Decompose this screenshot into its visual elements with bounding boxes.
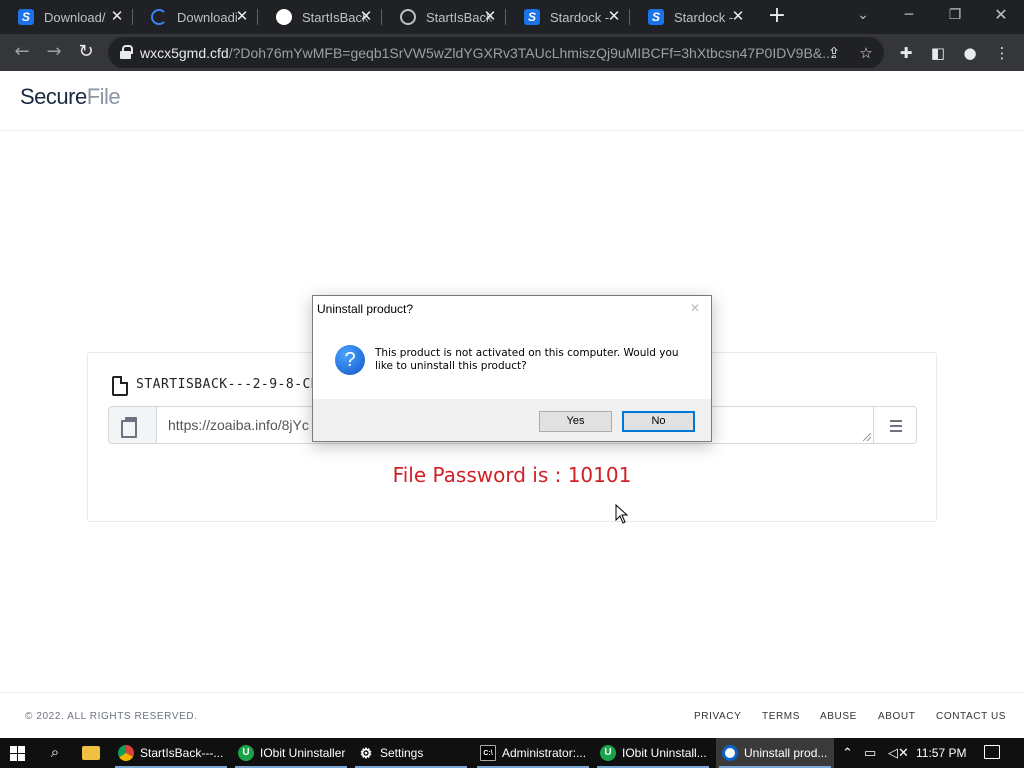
dialog-close-icon[interactable]: ✕ [687, 300, 703, 316]
footer-link-abuse[interactable]: ABUSE [820, 711, 857, 722]
globe-icon [400, 9, 416, 25]
copyright-text: © 2022. ALL RIGHTS RESERVED. [25, 711, 198, 722]
logo-file-text: File [86, 84, 121, 109]
hamburger-icon-line [890, 425, 902, 427]
footer-link-about[interactable]: ABOUT [878, 711, 915, 722]
extensions-puzzle-icon[interactable]: ✚ [896, 43, 916, 63]
side-panel-icon[interactable]: ◧ [928, 43, 948, 63]
tab-search-icon[interactable]: ⌄ [840, 0, 886, 32]
copy-icon [121, 417, 137, 438]
hamburger-icon [890, 420, 902, 422]
site-footer: © 2022. ALL RIGHTS RESERVED. PRIVACY TER… [0, 692, 1024, 738]
taskbar-item-label: IObit Uninstaller [260, 746, 346, 760]
taskbar-item-label: IObit Uninstall... [622, 746, 707, 760]
stardock-icon: S [18, 9, 34, 25]
copy-link-button[interactable] [108, 406, 157, 444]
show-hidden-icons-chevron-icon[interactable]: ⌃ [842, 745, 853, 761]
network-icon[interactable]: ▭ [864, 745, 876, 761]
minimize-icon[interactable]: ─ [886, 0, 932, 32]
file-icon [112, 376, 128, 396]
search-icon[interactable]: ⌕ [46, 744, 64, 762]
reload-icon[interactable]: ↻ [73, 40, 99, 66]
loading-spinner-icon [151, 9, 167, 25]
file-name: STARTISBACK---2-9-8-CR [136, 377, 320, 392]
taskbar-item-chrome[interactable]: StartIsBack---... [112, 738, 230, 768]
iobit-icon: U [600, 745, 616, 761]
stardock-icon: S [648, 9, 664, 25]
browser-tab[interactable]: S Stardock - ✕ [506, 0, 630, 34]
logo-secure-text: Secure [20, 84, 87, 109]
close-tab-icon[interactable]: ✕ [234, 9, 250, 25]
iobit-icon: U [238, 745, 254, 761]
site-header: SecureFile [0, 71, 1024, 131]
dialog-title: Uninstall product? [317, 302, 414, 316]
file-explorer-icon[interactable] [82, 746, 100, 760]
file-password-text: File Password is : 10101 [392, 463, 632, 487]
taskbar-item-label: Administrator:... [502, 746, 587, 760]
volume-muted-icon[interactable]: ◁✕ [888, 745, 909, 761]
taskbar-item-uninstall-dialog[interactable]: Uninstall prod... [716, 738, 834, 768]
cmd-icon: C:\ [480, 745, 496, 761]
uninstaller-icon [722, 745, 738, 761]
more-menu-icon[interactable]: ⋮ [992, 43, 1012, 63]
address-host: wxcx5gmd.cfd [140, 44, 229, 61]
site-logo[interactable]: SecureFile [20, 84, 121, 110]
options-menu-button[interactable] [873, 406, 917, 444]
share-icon[interactable]: ⇪ [824, 43, 844, 63]
browser-tab[interactable]: StartIsBack ✕ [258, 0, 382, 34]
uninstall-dialog: Uninstall product? ✕ ? This product is n… [312, 295, 712, 442]
browser-tab[interactable]: S Download/ ✕ [0, 0, 133, 34]
browser-tab[interactable]: StartIsBack ✕ [382, 0, 506, 34]
footer-link-terms[interactable]: TERMS [762, 711, 800, 722]
lock-icon[interactable] [120, 45, 133, 59]
close-tab-icon[interactable]: ✕ [606, 9, 622, 25]
dialog-message: This product is not activated on this co… [375, 347, 679, 372]
browser-toolbar: ← → ↻ wxcx5gmd.cfd/?Doh76mYwMFB=geqb1SrV… [0, 34, 1024, 71]
resize-grip-icon[interactable] [863, 433, 871, 441]
back-arrow-icon[interactable]: ← [9, 40, 35, 66]
restore-icon[interactable]: ❐ [932, 0, 978, 32]
address-bar[interactable]: wxcx5gmd.cfd/?Doh76mYwMFB=geqb1SrVW5wZld… [108, 37, 884, 68]
stardock-icon: S [524, 9, 540, 25]
taskbar-item-iobit[interactable]: U IObit Uninstaller [232, 738, 350, 768]
no-button[interactable]: No [622, 411, 695, 432]
browser-tab-strip: S Download/ ✕ Downloadi ✕ StartIsBack ✕ … [0, 0, 1024, 34]
bookmark-star-icon[interactable]: ☆ [856, 43, 876, 63]
question-icon: ? [335, 345, 365, 375]
close-tab-icon[interactable]: ✕ [730, 9, 746, 25]
address-path: /?Doh76mYwMFB=geqb1SrVW5wZldYGXRv3TAUcLh… [228, 44, 834, 61]
close-tab-icon[interactable]: ✕ [358, 9, 374, 25]
mouse-pointer-icon [615, 504, 629, 524]
hamburger-icon-line [890, 430, 902, 432]
footer-link-privacy[interactable]: PRIVACY [694, 711, 741, 722]
dialog-button-bar: Yes No [313, 399, 711, 441]
notification-center-icon[interactable] [984, 745, 1000, 759]
close-tab-icon[interactable]: ✕ [109, 9, 125, 25]
browser-tab[interactable]: S Stardock - ✕ [630, 0, 754, 34]
taskbar-item-label: StartIsBack---... [140, 746, 224, 760]
browser-tab[interactable]: Downloadi ✕ [133, 0, 258, 34]
github-icon [276, 9, 292, 25]
close-window-icon[interactable]: ✕ [978, 0, 1024, 32]
footer-link-contact[interactable]: CONTACT US [936, 711, 1006, 722]
download-url-text: https://zoaiba.info/8jYc [168, 417, 309, 433]
close-tab-icon[interactable]: ✕ [482, 9, 498, 25]
taskbar-item-cmd[interactable]: C:\ Administrator:... [474, 738, 592, 768]
taskbar-clock[interactable]: 11:57 PM [916, 746, 966, 760]
gear-icon: ⚙ [359, 745, 373, 761]
forward-arrow-icon[interactable]: → [41, 40, 67, 66]
yes-button[interactable]: Yes [539, 411, 612, 432]
chrome-icon [118, 745, 134, 761]
taskbar-item-label: Uninstall prod... [744, 746, 828, 760]
profile-avatar-icon[interactable]: ● [960, 43, 980, 63]
windows-taskbar: ⌕ StartIsBack---... U IObit Uninstaller … [0, 738, 1024, 768]
windows-start-icon[interactable] [10, 746, 25, 761]
taskbar-item-settings[interactable]: ⚙ Settings [352, 738, 470, 768]
new-tab-button[interactable]: + [766, 5, 788, 28]
taskbar-item-iobit-2[interactable]: U IObit Uninstall... [594, 738, 712, 768]
taskbar-item-label: Settings [380, 746, 424, 760]
